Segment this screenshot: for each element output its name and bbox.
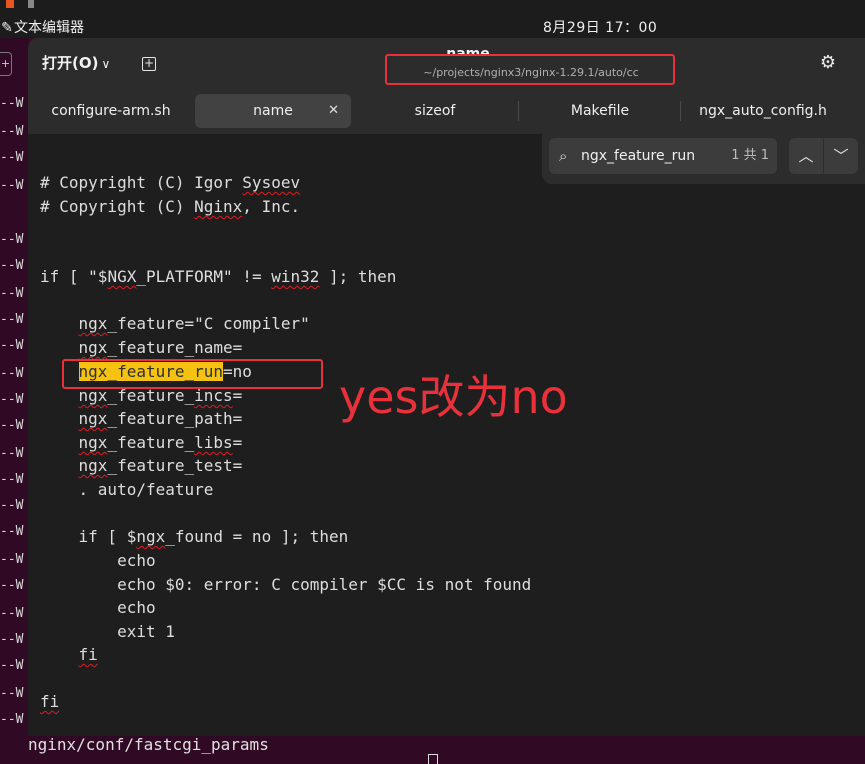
code-line: if [ $ngx_found = no ]; then [40,527,349,546]
settings-button[interactable]: ⚙ [817,52,839,74]
terminal-line: --W [0,338,24,353]
terminal-line: --W [0,658,24,673]
top-indicator [28,0,34,8]
orange-indicator [6,0,14,8]
search-next-button[interactable]: ﹀ [824,138,858,174]
path-annotation-box [385,54,675,85]
terminal-line: --W [0,178,24,193]
code-line: . auto/feature [40,480,214,499]
terminal-line: --W [0,286,24,301]
code-line: if [ "$NGX_PLATFORM" != win32 ]; then [40,267,397,286]
gear-icon: ⚙ [819,52,837,73]
text-editor-window: 打开(O) ∨ + name ~/projects/nginx3/nginx-1.… [28,38,865,736]
tab-name[interactable]: name ✕ [195,94,351,128]
terminal-line: --W [0,392,24,407]
terminal-line: --W [0,366,24,381]
chevron-down-icon: ∨ [101,57,111,71]
search-previous-button[interactable]: ︿ [789,138,823,174]
terminal-line: --W [0,96,24,111]
tab-label: name [253,103,293,119]
code-line: # Copyright (C) Nginx, Inc. [40,197,301,216]
terminal-cursor [428,754,438,764]
code-line: ngx_feature_libs= [78,433,243,452]
terminal-new-tab-button[interactable]: + [0,52,12,76]
code-line: echo [40,551,156,570]
code-line: fi [40,692,60,711]
clock[interactable]: 8月29日 17：00 [543,18,657,38]
annotation-text: yes改为no [339,370,568,424]
code-line: ngx_feature_test= [78,456,243,475]
search-match-count: 1 共 1 [731,148,769,163]
open-button-label: 打开(O) [42,54,99,72]
editor-header-bar: 打开(O) ∨ + name ~/projects/nginx3/nginx-1.… [28,38,865,88]
code-line: ngx_feature="C compiler" [78,314,310,333]
search-query: ngx_feature_run [581,148,696,164]
code-line: ngx_feature_name= [78,338,243,357]
terminal-line: --W [0,498,24,513]
system-top-bar: ✎文本编辑器 8月29日 17：00 [0,0,865,38]
terminal-line: --W [0,632,24,647]
close-icon[interactable]: ✕ [328,94,339,128]
tab-bar: configure-arm.sh name ✕ sizeof Makefile … [28,88,865,134]
code-line: ngx_feature_path= [78,409,243,428]
search-input[interactable]: ⌕ ngx_feature_run 1 共 1 [549,138,777,174]
chevron-down-icon: ﹀ [833,147,849,165]
plus-icon: + [0,57,11,70]
tab-configure-arm-sh[interactable]: configure-arm.sh [40,94,182,128]
chevron-up-icon: ︿ [798,147,814,165]
code-line: echo $0: error: C compiler $CC is not fo… [40,575,532,594]
tab-makefile[interactable]: Makefile [522,94,678,128]
code-line: fi [78,645,98,664]
code-line: exit 1 [40,622,175,641]
code-editor[interactable]: # Copyright (C) Igor Sysoev # Copyright … [40,171,840,731]
tab-ngx-auto-config-h[interactable]: ngx_auto_config.h [684,94,842,128]
terminal-line: --W [0,606,24,621]
code-line: # Copyright (C) Igor Sysoev [40,173,301,192]
tab-label: ngx_auto_config.h [699,103,827,119]
open-button[interactable]: 打开(O) ∨ [36,48,116,78]
code-line: echo [40,598,156,617]
app-name: 文本编辑器 [14,20,84,36]
tab-separator [680,101,681,121]
terminal-line: --W [0,712,24,727]
terminal-line: --W [0,686,24,701]
code-annotation-box [62,359,323,389]
tab-sizeof[interactable]: sizeof [358,94,512,128]
new-tab-button[interactable]: + [138,52,160,74]
terminal-line: --W [0,124,24,139]
terminal-line: --W [0,312,24,327]
terminal-line: --W [0,578,24,593]
terminal-line: --W [0,232,24,247]
tab-label: configure-arm.sh [51,103,171,119]
tab-separator [518,101,519,121]
tab-label: sizeof [414,103,456,119]
terminal-line: --W [0,258,24,273]
new-document-icon: + [142,56,156,71]
terminal-line: --W [0,418,24,433]
terminal-bottom: nginx/conf/fastcgi_params [0,736,865,764]
terminal-bottom-line: nginx/conf/fastcgi_params [28,735,269,754]
terminal-line: --W [0,472,24,487]
tab-label: Makefile [570,103,630,119]
terminal-line: --W [0,552,24,567]
terminal-line: --W [0,524,24,539]
search-icon: ⌕ [559,147,568,165]
text-editor-icon: ✎ [1,20,13,36]
active-app[interactable]: ✎文本编辑器 [0,18,84,38]
terminal-line: --W [0,150,24,165]
terminal-line: --W [0,446,24,461]
